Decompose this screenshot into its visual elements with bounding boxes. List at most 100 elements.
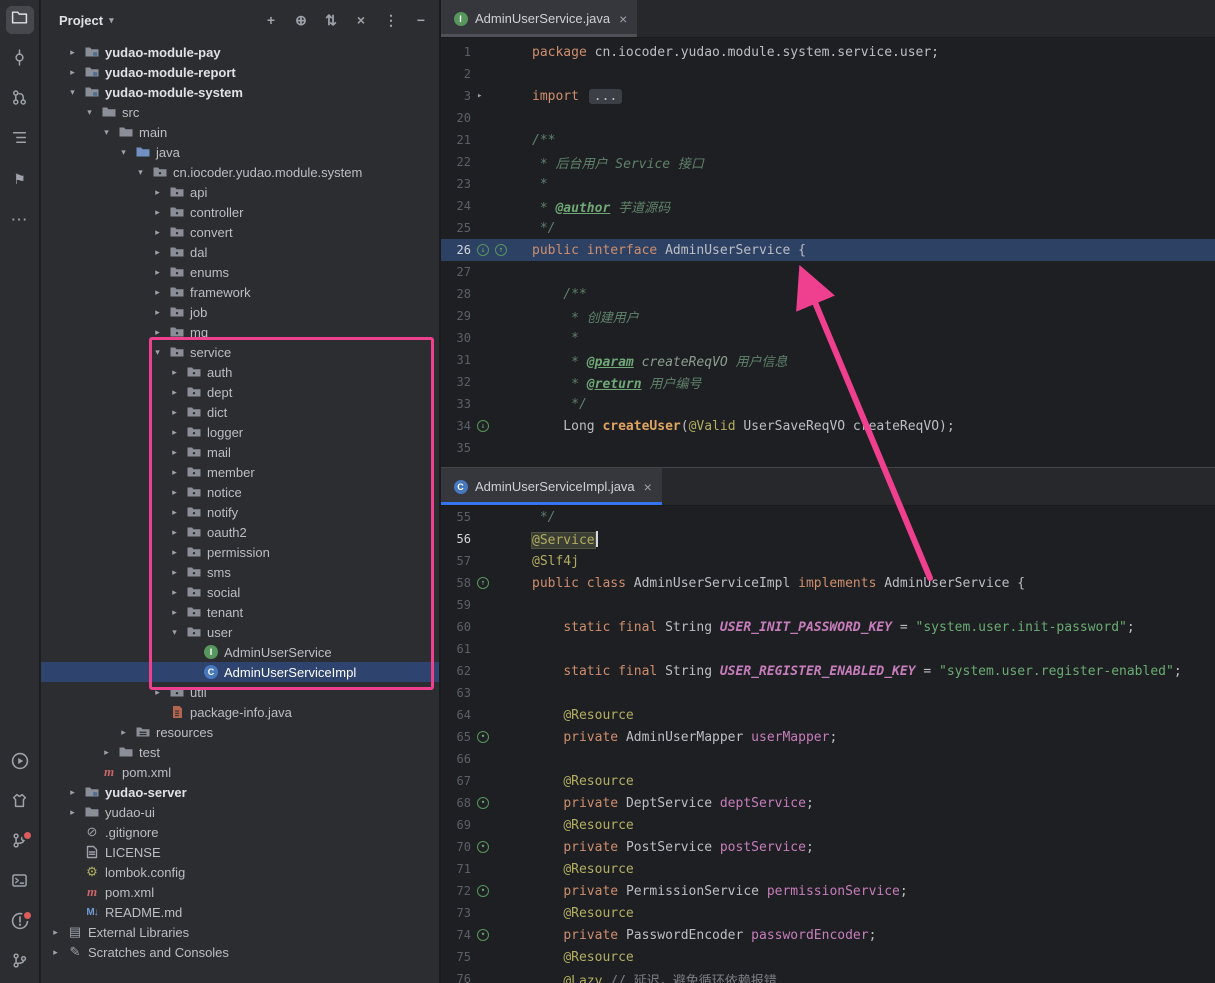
code-line-76[interactable]: 76 @Lazy // 延迟，避免循环依赖报错 xyxy=(441,968,1215,983)
tree-item-main[interactable]: ▾main xyxy=(41,122,439,142)
code-line-25[interactable]: 25 */ xyxy=(441,217,1215,239)
tree-item-enums[interactable]: ▸enums xyxy=(41,262,439,282)
chevron-right-icon[interactable]: ▸ xyxy=(151,307,164,318)
tree-item-test[interactable]: ▸test xyxy=(41,742,439,762)
code-line-62[interactable]: 62 static final String USER_REGISTER_ENA… xyxy=(441,660,1215,682)
chevron-right-icon[interactable]: ▸ xyxy=(168,587,181,598)
code-line-29[interactable]: 29 * 创建用户 xyxy=(441,305,1215,327)
tree-item-sms[interactable]: ▸sms xyxy=(41,562,439,582)
tree-item-service[interactable]: ▾service xyxy=(41,342,439,362)
chevron-right-icon[interactable]: ▸ xyxy=(66,787,79,798)
tree-item-cn-iocoder-yudao-module-system[interactable]: ▾cn.iocoder.yudao.module.system xyxy=(41,162,439,182)
chevron-right-icon[interactable]: ▸ xyxy=(66,67,79,78)
code-line-34[interactable]: 34↓ Long createUser(@Valid UserSaveReqVO… xyxy=(441,415,1215,437)
code-line-75[interactable]: 75 @Resource xyxy=(441,946,1215,968)
chevron-right-icon[interactable]: ▸ xyxy=(168,607,181,618)
tree-item-java[interactable]: ▾java xyxy=(41,142,439,162)
tree-item-util[interactable]: ▸util xyxy=(41,682,439,702)
code-line-58[interactable]: 58↑public class AdminUserServiceImpl imp… xyxy=(441,572,1215,594)
chevron-right-icon[interactable]: ▸ xyxy=(168,547,181,558)
tree-item-permission[interactable]: ▸permission xyxy=(41,542,439,562)
services-icon[interactable] xyxy=(6,789,34,817)
code-line-65[interactable]: 65• private AdminUserMapper userMapper; xyxy=(441,726,1215,748)
tree-item-social[interactable]: ▸social xyxy=(41,582,439,602)
code-line-21[interactable]: 21/** xyxy=(441,129,1215,151)
tree-item-yudao-module-pay[interactable]: ▸yudao-module-pay xyxy=(41,42,439,62)
chevron-right-icon[interactable]: ▸ xyxy=(168,407,181,418)
project-view-selector[interactable]: Project ▾ xyxy=(59,13,114,28)
chevron-down-icon[interactable]: ▾ xyxy=(117,147,130,158)
chevron-right-icon[interactable]: ▸ xyxy=(151,207,164,218)
tree-item-tenant[interactable]: ▸tenant xyxy=(41,602,439,622)
code-line-61[interactable]: 61 xyxy=(441,638,1215,660)
bean-marker-icon[interactable]: • xyxy=(477,885,489,897)
implementing-marker-icon[interactable]: ↑ xyxy=(477,577,489,589)
chevron-down-icon[interactable]: ▾ xyxy=(83,107,96,118)
tree-item-mq[interactable]: ▸mq xyxy=(41,322,439,342)
chevron-right-icon[interactable]: ▸ xyxy=(151,187,164,198)
problems-icon[interactable] xyxy=(6,909,34,937)
tree-item-yudao-module-system[interactable]: ▾yudao-module-system xyxy=(41,82,439,102)
chevron-right-icon[interactable]: ▸ xyxy=(168,367,181,378)
hide-panel-icon[interactable]: − xyxy=(413,12,429,28)
code-line-1[interactable]: 1package cn.iocoder.yudao.module.system.… xyxy=(441,41,1215,63)
tree-item-api[interactable]: ▸api xyxy=(41,182,439,202)
pull-requests-icon[interactable] xyxy=(6,86,34,114)
chevron-right-icon[interactable]: ▸ xyxy=(168,567,181,578)
commit-icon[interactable] xyxy=(6,46,34,74)
more-tool-windows-icon[interactable]: ⋯ xyxy=(6,206,34,234)
chevron-right-icon[interactable]: ▸ xyxy=(151,327,164,338)
chevron-right-icon[interactable]: ▸ xyxy=(151,227,164,238)
tree-item-dict[interactable]: ▸dict xyxy=(41,402,439,422)
chevron-right-icon[interactable]: ▸ xyxy=(168,467,181,478)
version-control-icon[interactable] xyxy=(6,829,34,857)
close-icon[interactable]: × xyxy=(619,11,627,27)
bookmarks-icon[interactable]: ⚑ xyxy=(6,166,34,194)
add-icon[interactable]: + xyxy=(263,12,279,28)
code-line-67[interactable]: 67 @Resource xyxy=(441,770,1215,792)
code-line-72[interactable]: 72• private PermissionService permission… xyxy=(441,880,1215,902)
code-line-70[interactable]: 70• private PostService postService; xyxy=(441,836,1215,858)
implemented-marker-icon[interactable]: ↓ xyxy=(477,420,489,432)
code-line-28[interactable]: 28 /** xyxy=(441,283,1215,305)
chevron-right-icon[interactable]: ▸ xyxy=(168,527,181,538)
code-line-71[interactable]: 71 @Resource xyxy=(441,858,1215,880)
bean-marker-icon[interactable]: • xyxy=(477,797,489,809)
git-icon[interactable] xyxy=(6,949,34,977)
tree-item-controller[interactable]: ▸controller xyxy=(41,202,439,222)
code-line-33[interactable]: 33 */ xyxy=(441,393,1215,415)
bean-marker-icon[interactable]: • xyxy=(477,841,489,853)
tab-adminuserserviceimpl-java[interactable]: C AdminUserServiceImpl.java × xyxy=(441,468,662,505)
more-options-icon[interactable]: ⋮ xyxy=(383,12,399,29)
tree-item-adminuserserviceimpl[interactable]: CAdminUserServiceImpl xyxy=(41,662,439,682)
code-line-24[interactable]: 24 * @author 芋道源码 xyxy=(441,195,1215,217)
fold-icon[interactable]: ▸ xyxy=(477,91,482,101)
chevron-right-icon[interactable]: ▸ xyxy=(168,447,181,458)
chevron-right-icon[interactable]: ▸ xyxy=(117,727,130,738)
tree-item-mail[interactable]: ▸mail xyxy=(41,442,439,462)
tree-item-pom-xml[interactable]: mpom.xml xyxy=(41,882,439,902)
chevron-right-icon[interactable]: ▸ xyxy=(66,807,79,818)
code-line-31[interactable]: 31 * @param createReqVO 用户信息 xyxy=(441,349,1215,371)
code-line-30[interactable]: 30 * xyxy=(441,327,1215,349)
chevron-down-icon[interactable]: ▾ xyxy=(134,167,147,178)
implementing-marker-icon[interactable]: ↑ xyxy=(495,244,507,256)
chevron-right-icon[interactable]: ▸ xyxy=(168,427,181,438)
code-line-64[interactable]: 64 @Resource xyxy=(441,704,1215,726)
locate-icon[interactable]: ⊕ xyxy=(293,12,309,29)
chevron-down-icon[interactable]: ▾ xyxy=(66,87,79,98)
chevron-right-icon[interactable]: ▸ xyxy=(100,747,113,758)
tree-item-license[interactable]: LICENSE xyxy=(41,842,439,862)
code-line-20[interactable]: 20 xyxy=(441,107,1215,129)
tree-item-scratches-and-consoles[interactable]: ▸✎Scratches and Consoles xyxy=(41,942,439,962)
chevron-right-icon[interactable]: ▸ xyxy=(49,947,62,958)
code-line-73[interactable]: 73 @Resource xyxy=(441,902,1215,924)
chevron-down-icon[interactable]: ▾ xyxy=(168,627,181,638)
code-line-57[interactable]: 57@Slf4j xyxy=(441,550,1215,572)
code-line-59[interactable]: 59 xyxy=(441,594,1215,616)
tree-item-auth[interactable]: ▸auth xyxy=(41,362,439,382)
tree-item-logger[interactable]: ▸logger xyxy=(41,422,439,442)
tree-item-dal[interactable]: ▸dal xyxy=(41,242,439,262)
code-line-63[interactable]: 63 xyxy=(441,682,1215,704)
expand-all-icon[interactable]: ⇅ xyxy=(323,12,339,29)
